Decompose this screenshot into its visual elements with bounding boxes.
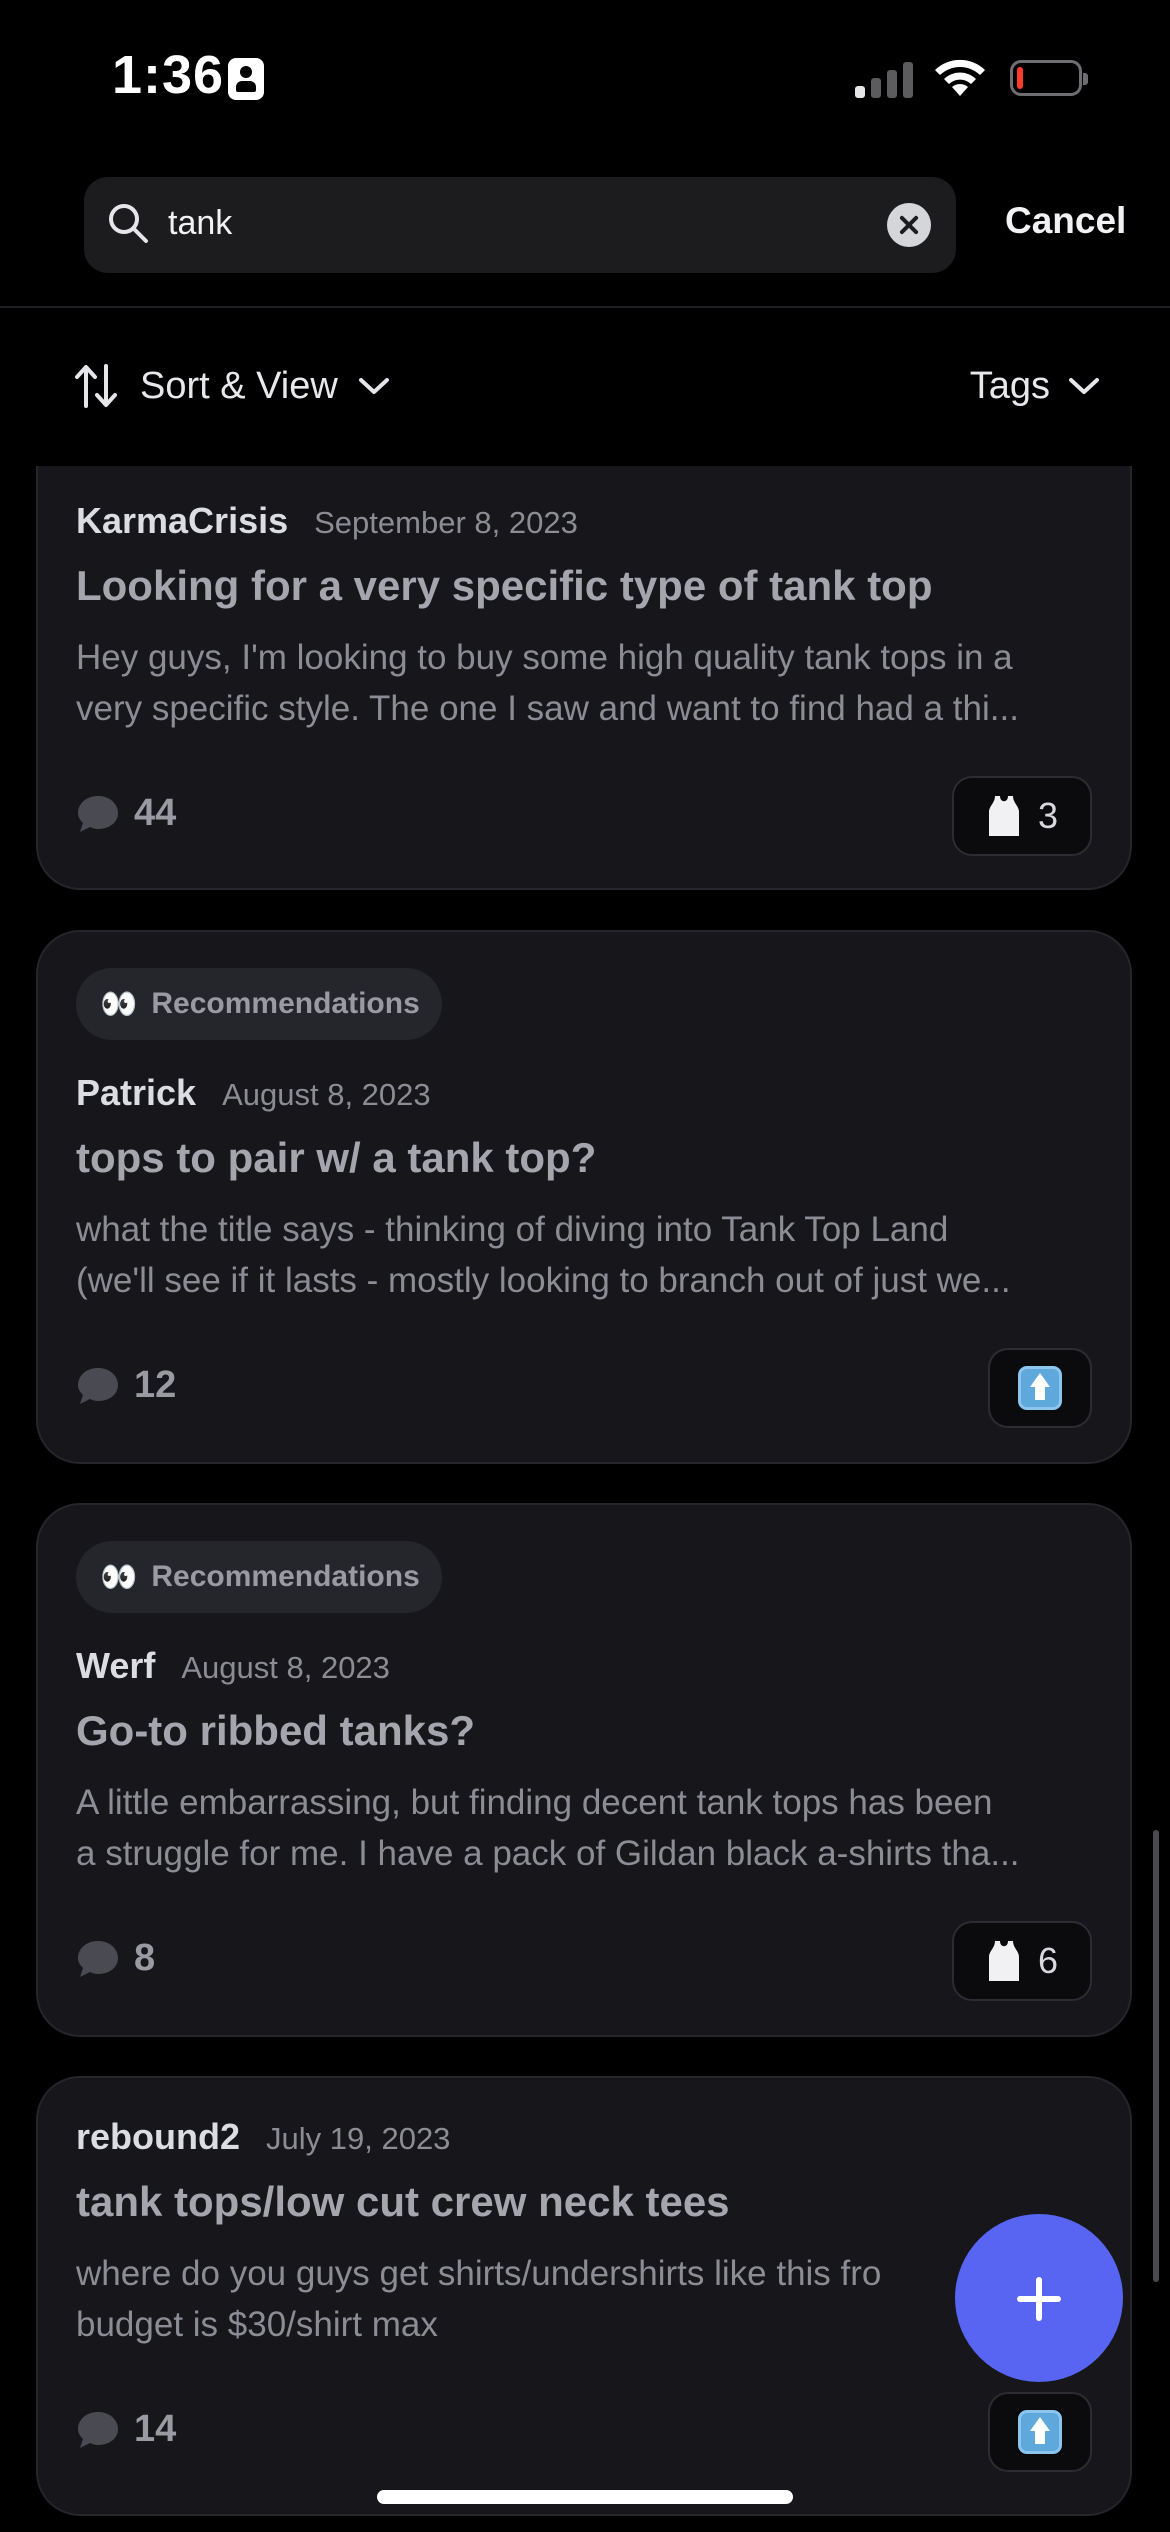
battery-level: [1017, 67, 1023, 89]
comment-count: 14: [76, 2408, 176, 2451]
up-arrow-emoji-icon: [1018, 2410, 1062, 2454]
post-author[interactable]: Werf: [76, 1645, 155, 1687]
excerpt-line: very specific style. The one I saw and w…: [76, 689, 1019, 728]
post-excerpt: A little embarrassing, but finding decen…: [76, 1777, 1096, 1879]
status-bar: 1:36: [0, 0, 1170, 150]
eyes-emoji-icon: 👀: [100, 1560, 138, 1594]
post-meta: Werf August 8, 2023: [76, 1645, 390, 1687]
post-title: Go-to ribbed tanks?: [76, 1707, 475, 1754]
search-query: tank: [168, 204, 233, 242]
excerpt-line: where do you guys get shirts/undershirts…: [76, 2254, 882, 2293]
forum-search-screen: 1:36 tank Cancel Sort & View Tags KarmaC…: [0, 0, 1170, 2532]
comment-count: 8: [76, 1937, 155, 1980]
comment-count-value: 44: [134, 792, 177, 834]
sort-arrows-icon: [75, 364, 117, 408]
tank-top-emoji-icon: [988, 1941, 1019, 1981]
post-date: July 19, 2023: [266, 2121, 451, 2156]
eyes-emoji-icon: 👀: [100, 987, 138, 1021]
post-card[interactable]: 👀 Recommendations Patrick August 8, 2023…: [36, 930, 1132, 1464]
upvote-button[interactable]: [988, 2392, 1092, 2472]
post-date: August 8, 2023: [222, 1077, 431, 1112]
comment-bubble-icon: [78, 2411, 118, 2448]
chevron-down-icon: [358, 378, 389, 394]
upvote-button[interactable]: [988, 1348, 1092, 1428]
battery-icon: [1010, 60, 1088, 96]
search-input[interactable]: tank: [84, 177, 956, 273]
reaction-count: 3: [1037, 795, 1059, 836]
clear-search-button[interactable]: [887, 203, 931, 247]
comment-count-value: 12: [134, 1364, 177, 1406]
excerpt-line: A little embarrassing, but finding decen…: [76, 1783, 993, 1822]
post-card[interactable]: KarmaCrisis September 8, 2023 Looking fo…: [36, 466, 1132, 890]
excerpt-line: (we'll see if it lasts - mostly looking …: [76, 1261, 1011, 1300]
post-author[interactable]: KarmaCrisis: [76, 500, 288, 542]
comment-bubble-icon: [78, 1367, 118, 1404]
status-time: 1:36: [112, 45, 225, 105]
comment-count: 12: [76, 1364, 176, 1407]
post-excerpt: what the title says - thinking of diving…: [76, 1204, 1096, 1306]
comment-count-value: 14: [134, 2408, 177, 2450]
excerpt-line: what the title says - thinking of diving…: [76, 1210, 949, 1249]
cellular-signal-icon: [855, 60, 915, 98]
scrollbar[interactable]: [1153, 1830, 1159, 2282]
excerpt-line: a struggle for me. I have a pack of Gild…: [76, 1834, 1020, 1873]
cancel-button[interactable]: Cancel: [1005, 200, 1126, 242]
comment-count: 44: [76, 792, 176, 835]
tag-label: Recommendations: [151, 1560, 420, 1593]
wifi-icon: [935, 59, 985, 96]
reaction-count: 6: [1037, 1940, 1059, 1981]
post-title: tops to pair w/ a tank top?: [76, 1134, 597, 1181]
post-title: Looking for a very specific type of tank…: [76, 562, 933, 609]
post-excerpt: where do you guys get shirts/undershirts…: [76, 2248, 1096, 2350]
post-date: August 8, 2023: [181, 1650, 390, 1685]
filter-bar: Sort & View Tags: [0, 308, 1170, 466]
tag-chip-recommendations[interactable]: 👀 Recommendations: [76, 1541, 442, 1613]
post-excerpt: Hey guys, I'm looking to buy some high q…: [76, 632, 1096, 734]
search-icon: [109, 204, 148, 243]
chevron-down-icon: [1069, 378, 1099, 394]
comment-bubble-icon: [78, 795, 118, 832]
post-list[interactable]: KarmaCrisis September 8, 2023 Looking fo…: [0, 466, 1170, 2532]
post-title: tank tops/low cut crew neck tees: [76, 2178, 730, 2225]
excerpt-line: Hey guys, I'm looking to buy some high q…: [76, 638, 1013, 677]
tags-filter-button[interactable]: Tags: [970, 356, 1100, 416]
post-author[interactable]: Patrick: [76, 1072, 196, 1114]
up-arrow-emoji-icon: [1018, 1366, 1062, 1410]
comment-bubble-icon: [78, 1940, 118, 1977]
post-meta: KarmaCrisis September 8, 2023: [76, 500, 578, 542]
post-card[interactable]: 👀 Recommendations Werf August 8, 2023 Go…: [36, 1503, 1132, 2037]
tag-chip-recommendations[interactable]: 👀 Recommendations: [76, 968, 442, 1040]
post-meta: Patrick August 8, 2023: [76, 1072, 431, 1114]
excerpt-line: budget is $30/shirt max: [76, 2305, 438, 2344]
reaction-button[interactable]: 6: [952, 1921, 1092, 2001]
reaction-button[interactable]: 3: [952, 776, 1092, 856]
post-author[interactable]: rebound2: [76, 2116, 240, 2158]
new-post-button[interactable]: [955, 2214, 1123, 2382]
tag-label: Recommendations: [151, 987, 420, 1020]
tags-label: Tags: [969, 364, 1050, 407]
tank-top-emoji-icon: [988, 796, 1019, 836]
post-date: September 8, 2023: [314, 505, 578, 540]
sort-view-button[interactable]: Sort & View: [74, 356, 390, 416]
comment-count-value: 8: [134, 1937, 156, 1979]
contact-badge-icon: [228, 58, 264, 100]
sort-view-label: Sort & View: [140, 364, 338, 407]
post-meta: rebound2 July 19, 2023: [76, 2116, 450, 2158]
home-indicator[interactable]: [377, 2490, 793, 2504]
